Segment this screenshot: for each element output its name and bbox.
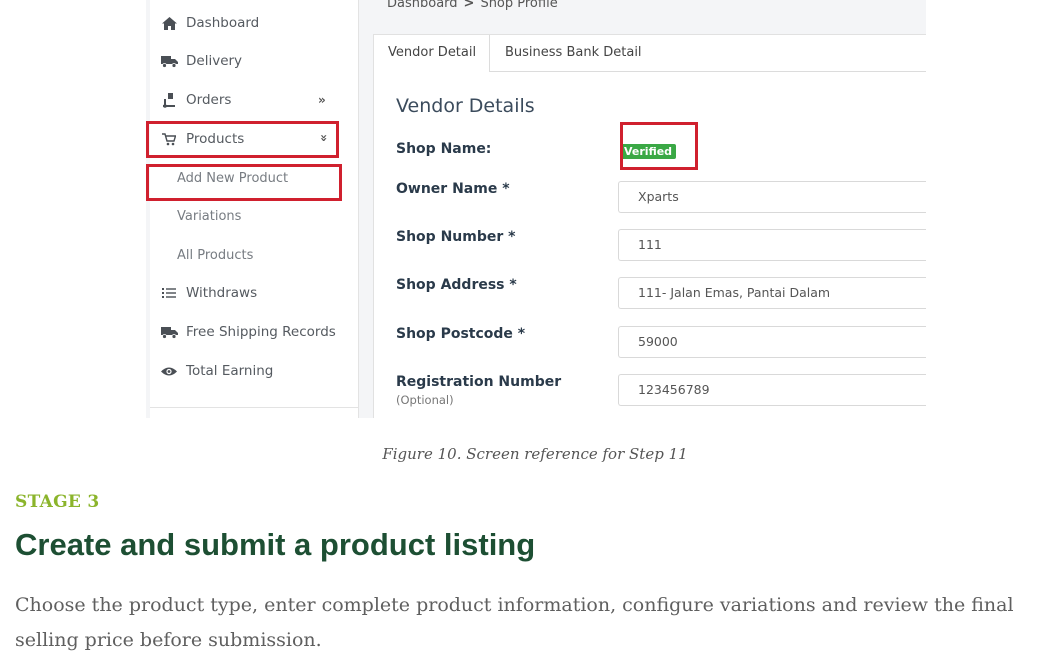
sidebar-item-label: Delivery	[186, 53, 243, 69]
sidebar-item-delivery[interactable]: Delivery	[160, 53, 242, 69]
sidebar-item-orders[interactable]: Orders	[160, 92, 231, 108]
highlight-box-verified	[620, 122, 698, 170]
shop-name-label: Shop Name:	[396, 141, 492, 157]
vendor-card: Vendor Detail Business Bank Detail Vendo…	[373, 34, 926, 418]
eye-icon	[160, 363, 178, 379]
tab-bar: Vendor Detail Business Bank Detail	[374, 35, 926, 72]
stage-description: Choose the product type, enter complete …	[15, 594, 1014, 651]
owner-name-input[interactable]: Xparts	[618, 181, 926, 213]
highlight-box-products	[146, 121, 339, 158]
breadcrumb-home[interactable]: Dashboard	[387, 0, 458, 11]
list-icon	[160, 285, 178, 301]
shop-number-label: Shop Number *	[396, 229, 516, 245]
truck-icon	[160, 324, 178, 340]
shop-postcode-input[interactable]: 59000	[618, 326, 926, 358]
stage-label: STAGE 3	[15, 492, 100, 512]
sidebar-item-free-shipping-records[interactable]: Free Shipping Records	[160, 324, 336, 340]
registration-number-optional-note: (Optional)	[396, 393, 454, 407]
highlight-box-add-new-product	[146, 164, 342, 201]
breadcrumb: Dashboard > Shop Profile	[387, 0, 558, 11]
sidebar-item-withdraws[interactable]: Withdraws	[160, 285, 257, 301]
breadcrumb-current: Shop Profile	[480, 0, 558, 11]
sidebar-divider	[150, 407, 358, 408]
stage-title: Create and submit a product listing	[15, 527, 536, 562]
sidebar-item-label: Total Earning	[186, 363, 274, 379]
registration-number-label: Registration Number	[396, 374, 562, 390]
screenshot-figure: Dashboard Delivery Orders » Products » A…	[146, 0, 926, 418]
shop-number-input[interactable]: 111	[618, 229, 926, 261]
sidebar-item-label: Withdraws	[186, 285, 258, 301]
submenu-variations[interactable]: Variations	[177, 209, 241, 224]
sidebar-item-label: Free Shipping Records	[186, 324, 336, 340]
sidebar-item-total-earning[interactable]: Total Earning	[160, 363, 273, 379]
sidebar: Dashboard Delivery Orders » Products » A…	[150, 0, 359, 418]
registration-number-input[interactable]: 123456789	[618, 374, 926, 406]
tab-business-bank-detail[interactable]: Business Bank Detail	[491, 35, 656, 71]
owner-name-label: Owner Name *	[396, 181, 510, 197]
breadcrumb-separator: >	[463, 0, 475, 11]
figure-caption: Figure 10. Screen reference for Step 11	[382, 445, 688, 463]
shop-address-input[interactable]: 111- Jalan Emas, Pantai Dalam	[618, 277, 926, 309]
sidebar-item-dashboard[interactable]: Dashboard	[160, 15, 259, 31]
sidebar-item-label: Dashboard	[186, 15, 260, 31]
truck-icon	[160, 53, 178, 69]
dolly-icon	[160, 92, 178, 108]
shop-address-label: Shop Address *	[396, 277, 517, 293]
tab-vendor-detail[interactable]: Vendor Detail	[374, 35, 490, 72]
sidebar-item-label: Orders	[186, 92, 232, 108]
shop-postcode-label: Shop Postcode *	[396, 326, 526, 342]
home-icon	[160, 15, 178, 31]
submenu-all-products[interactable]: All Products	[177, 248, 253, 263]
main-panel: Dashboard > Shop Profile Vendor Detail Bus…	[359, 0, 926, 418]
section-title: Vendor Details	[396, 95, 535, 117]
chevron-right-icon[interactable]: »	[318, 93, 326, 107]
